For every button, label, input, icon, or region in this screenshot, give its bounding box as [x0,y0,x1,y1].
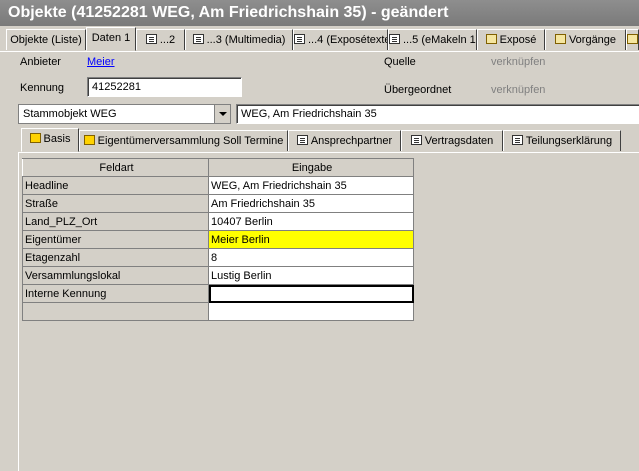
subtab-basis[interactable]: Basis [21,128,79,152]
subtab-eigentuemerversammlung[interactable]: Eigentümerversammlung Soll Termine [79,130,288,151]
tab-label: Ansprechpartner [310,135,393,147]
object-type-value: Stammobjekt WEG [23,108,117,120]
tab-label: ...4 (Exposétexte) [308,34,388,46]
quelle-verknuepfen-link[interactable]: verknüpfen [491,56,545,68]
sub-tab-bar: Basis Eigentümerversammlung Soll Termine… [18,128,639,153]
tab-label: Exposé [499,34,537,46]
uebergeordnet-label: Übergeordnet [384,84,452,96]
field-name: Versammlungslokal [22,266,209,285]
top-tab-bar: Objekte (Liste) Daten 1 ...2 ...3 (Multi… [0,27,639,52]
table-row: Versammlungslokal Lustig Berlin [22,266,414,285]
quelle-label: Quelle [384,56,416,68]
field-name: Etagenzahl [22,248,209,267]
folder-icon [485,34,497,44]
note-icon [29,133,41,143]
table-row: Eigentümer Meier Berlin [22,230,414,249]
chevron-down-icon[interactable] [214,105,230,123]
field-value[interactable] [208,284,414,303]
tab-emakeln-1[interactable]: ...5 (eMakeln 1) [388,29,477,50]
tab-label: Basis [43,133,71,145]
tab-overflow[interactable] [626,29,639,50]
field-value[interactable]: Meier Berlin [208,230,414,249]
subtab-vertragsdaten[interactable]: Vertragsdaten [401,130,503,151]
tab-label: ...5 (eMakeln 1) [403,34,477,46]
field-name: Straße [22,194,209,213]
tab-label: Vorgänge [568,34,617,46]
tab-expose[interactable]: Exposé [477,29,545,50]
document-icon [145,34,157,44]
table-row: Etagenzahl 8 [22,248,414,267]
table-row: Headline WEG, Am Friedrichshain 35 [22,176,414,195]
folder-icon [554,34,566,44]
tab-label: Teilungserklärung [525,135,613,147]
field-value[interactable]: 8 [208,248,414,267]
object-name-field[interactable]: WEG, Am Friedrichshain 35 [236,104,639,124]
note-icon [83,135,95,145]
tab-daten-1[interactable]: Daten 1 [86,27,136,51]
kennung-field[interactable]: 41252281 [87,77,242,97]
document-icon [410,135,422,145]
object-type-select[interactable]: Stammobjekt WEG [18,104,231,124]
tab-objekte-liste[interactable]: Objekte (Liste) [6,29,86,50]
field-value[interactable]: 10407 Berlin [208,212,414,231]
folder-icon [627,34,638,44]
table-row: Land_PLZ_Ort 10407 Berlin [22,212,414,231]
tab-exposetexte[interactable]: ...4 (Exposétexte) [293,29,388,50]
tab-multimedia[interactable]: ...3 (Multimedia) [185,29,293,50]
field-value[interactable]: Am Friedrichshain 35 [208,194,414,213]
document-icon [192,34,204,44]
table-row: Interne Kennung [22,284,414,303]
tab-label: Eigentümerversammlung Soll Termine [97,135,284,147]
subtab-teilungserklaerung[interactable]: Teilungserklärung [503,130,621,151]
tab-label: ...3 (Multimedia) [206,34,286,46]
table-row: Straße Am Friedrichshain 35 [22,194,414,213]
field-value[interactable]: WEG, Am Friedrichshain 35 [208,176,414,195]
column-header-eingabe[interactable]: Eingabe [208,158,414,177]
document-icon [296,135,308,145]
field-value[interactable]: Lustig Berlin [208,266,414,285]
field-value[interactable] [208,302,414,321]
tab-label: Daten 1 [91,32,131,44]
field-name: Headline [22,176,209,195]
window-title: Objekte (41252281 WEG, Am Friedrichshain… [0,0,639,26]
tab-vorgaenge[interactable]: Vorgänge [545,29,626,50]
anbieter-label: Anbieter [20,56,61,68]
field-name: Land_PLZ_Ort [22,212,209,231]
kennung-label: Kennung [20,82,65,94]
uebergeordnet-verknuepfen-link[interactable]: verknüpfen [491,84,545,96]
document-icon [511,135,523,145]
document-icon [389,34,400,44]
document-icon [294,34,305,44]
data-grid: Feldart Eingabe Headline WEG, Am Friedric… [22,158,414,321]
field-name: Interne Kennung [22,284,209,303]
anbieter-link[interactable]: Meier [87,56,115,68]
tab-daten-2[interactable]: ...2 [136,29,185,50]
table-row [22,302,414,321]
column-header-feldart[interactable]: Feldart [22,158,209,177]
field-name [22,302,209,321]
subtab-ansprechpartner[interactable]: Ansprechpartner [288,130,401,151]
grid-header-row: Feldart Eingabe [22,158,414,177]
tab-label: ...2 [159,34,176,46]
field-name: Eigentümer [22,230,209,249]
tab-label: Objekte (Liste) [10,34,82,46]
tab-label: Vertragsdaten [424,135,494,147]
